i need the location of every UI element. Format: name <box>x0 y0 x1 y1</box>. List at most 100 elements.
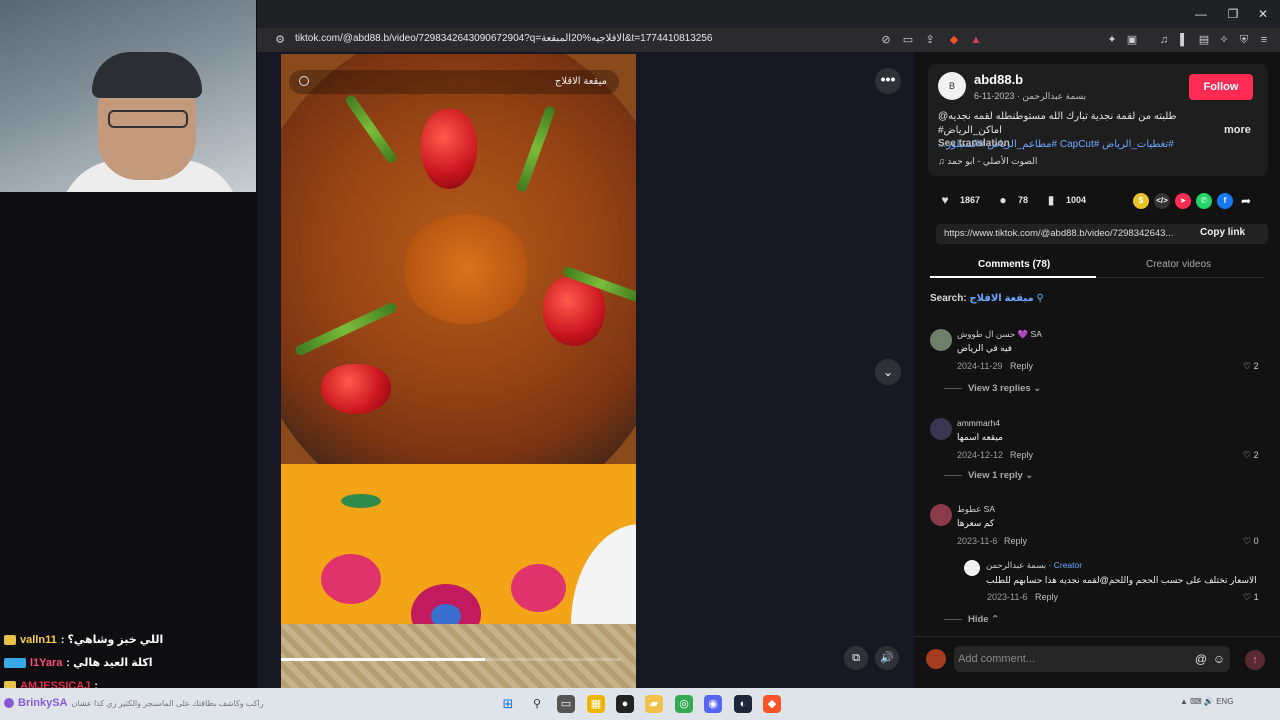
description-line: طلبته من لقمة نجدية تبارك الله مستوطنطله… <box>938 111 1177 136</box>
music-link[interactable]: ♫ الصوت الأصلي - ابو حمد <box>938 156 1037 167</box>
minimize-icon[interactable]: — <box>1193 6 1209 22</box>
video-search-overlay[interactable]: ميقعة الاقلاج <box>289 70 619 94</box>
comment-input-bar: @ ☺ ↑ <box>914 636 1280 688</box>
chat-line: valln11 : اللي خبز وشاهي؟ <box>0 628 257 651</box>
view-replies-button[interactable]: View 3 replies ⌄ <box>944 383 1041 394</box>
creator-avatar[interactable] <box>964 560 980 576</box>
see-translation-link[interactable]: See translation <box>938 138 1010 149</box>
view-replies-button[interactable]: View 1 reply ⌄ <box>944 470 1033 481</box>
comment-input-box[interactable]: @ ☺ <box>954 646 1230 672</box>
reply-button[interactable]: Reply <box>1004 536 1027 546</box>
comment-like[interactable]: ♡ 1 <box>1243 592 1259 603</box>
brave-rewards-icon[interactable]: ▲ <box>969 33 983 47</box>
volume-button[interactable]: 🔊 <box>875 646 899 670</box>
close-icon[interactable]: ✕ <box>1255 6 1271 22</box>
comment-like[interactable]: ♡ 2 <box>1243 450 1259 461</box>
store-icon[interactable]: ▦ <box>587 695 605 713</box>
stream-overlay: valln11 : اللي خبز وشاهي؟ l1Yara : اكلة … <box>0 0 257 692</box>
vpn-icon[interactable]: ⛨ <box>1237 33 1251 47</box>
steam-icon[interactable]: ◐ <box>734 695 752 713</box>
search-icon[interactable]: ⚲ <box>528 695 546 713</box>
chrome-icon[interactable]: ◎ <box>675 695 693 713</box>
site-settings-icon[interactable]: ⚙ <box>273 33 287 47</box>
streamer-name: BrinkySA <box>18 697 68 709</box>
share-icon[interactable]: ⇪ <box>923 33 937 47</box>
post-info-card: B abd88.b بسمة عبدالرحمن · 2023-11-6 Fol… <box>928 64 1268 176</box>
comment-icon: ● <box>999 193 1007 207</box>
comment-like-count: 0 <box>1253 536 1259 546</box>
address-bar[interactable]: ⚙ tiktok.com/@abd88.b/video/729834264309… <box>257 28 1280 52</box>
commenter-name[interactable]: عطوط SA <box>957 504 995 515</box>
next-video-button[interactable]: ⌄ <box>875 359 901 385</box>
view-replies-label: View 3 replies <box>968 383 1031 394</box>
comment-like[interactable]: ♡ 0 <box>1243 536 1259 547</box>
comment-search-suggestion[interactable]: Search: ميقعة الاقلاج ⚲ <box>930 293 1044 304</box>
send-to-friends-icon[interactable]: ➤ <box>1175 193 1191 209</box>
comment-like-count: 2 <box>1253 450 1259 460</box>
screenshot-icon[interactable]: ▣ <box>1125 33 1139 47</box>
discord-icon[interactable]: ◉ <box>704 695 722 713</box>
engagement-bar: ♥ 1867 ● 78 ▮ 1004 $ </> ➤ ✆ f ➦ <box>938 193 1268 211</box>
emoji-icon[interactable]: ☺ <box>1212 652 1226 666</box>
leo-ai-icon[interactable]: ✧ <box>1217 33 1231 47</box>
windows-start-icon[interactable]: ⊞ <box>499 695 517 713</box>
brave-shield-icon[interactable]: ◆ <box>947 33 961 47</box>
commenter-avatar[interactable] <box>930 418 952 440</box>
save-stat[interactable]: ▮ 1004 <box>1044 193 1086 207</box>
comment-stat[interactable]: ● 78 <box>996 193 1028 207</box>
tab-creator-videos[interactable]: Creator videos <box>1146 259 1211 270</box>
media-icon[interactable]: ♫ <box>1157 33 1171 47</box>
author-avatar[interactable]: B <box>938 72 966 100</box>
video-player[interactable]: ميقعة الاقلاج <box>281 54 636 688</box>
video-progress-bar[interactable] <box>281 658 621 661</box>
view-replies-label: View 1 reply <box>968 470 1023 481</box>
post-date: 2023-11-6 <box>974 91 1015 101</box>
sidebar-icon[interactable]: ▌ <box>1177 33 1191 47</box>
creator-name[interactable]: بسمة عبدالرحمن <box>986 560 1046 570</box>
pip-button[interactable]: ⧉ <box>844 646 868 670</box>
search-keyword[interactable]: ميقعة الاقلاج <box>969 293 1033 304</box>
share-arrow-icon[interactable]: ➦ <box>1238 193 1254 209</box>
sub-badge-icon <box>4 634 16 645</box>
like-stat[interactable]: ♥ 1867 <box>938 193 980 207</box>
comment-like[interactable]: ♡ 2 <box>1243 361 1259 372</box>
chat-line: l1Yara : اكلة العيد هالي <box>0 651 257 674</box>
current-user-avatar <box>926 649 946 669</box>
task-view-icon[interactable]: ▭ <box>557 695 575 713</box>
hide-replies-button[interactable]: Hide ⌃ <box>944 614 999 625</box>
commenter-name[interactable]: حسن ال طووش 💜 SA <box>957 329 1042 340</box>
extensions-icon[interactable]: ✦ <box>1105 33 1119 47</box>
commenter-name[interactable]: ammmarh4 <box>957 418 1000 428</box>
more-options-button[interactable]: ••• <box>875 68 901 94</box>
commenter-avatar[interactable] <box>930 329 952 351</box>
copy-link-button[interactable]: Copy link <box>1200 227 1245 238</box>
tab-comments[interactable]: Comments (78) <box>978 259 1050 270</box>
share-link-url[interactable]: https://www.tiktok.com/@abd88.b/video/72… <box>944 228 1173 239</box>
embed-icon[interactable]: </> <box>1154 193 1170 209</box>
no-tracking-icon[interactable]: ⊘ <box>879 33 893 47</box>
author-username[interactable]: abd88.b <box>974 72 1023 87</box>
stream-chat: valln11 : اللي خبز وشاهي؟ l1Yara : اكلة … <box>0 628 257 697</box>
commenter-avatar[interactable] <box>930 504 952 526</box>
author-subline: بسمة عبدالرحمن · 2023-11-6 <box>974 91 1087 101</box>
mention-icon[interactable]: @ <box>1194 652 1208 666</box>
reply-button[interactable]: Reply <box>1035 592 1058 602</box>
facebook-icon[interactable]: f <box>1217 193 1233 209</box>
wallet-icon[interactable]: ▤ <box>1197 33 1211 47</box>
restore-icon[interactable]: ❐ <box>1225 6 1241 22</box>
follow-button[interactable]: Follow <box>1189 74 1253 100</box>
brave-browser-icon[interactable]: ◆ <box>763 695 781 713</box>
menu-icon[interactable]: ≡ <box>1257 33 1271 47</box>
post-comment-button[interactable]: ↑ <box>1245 650 1265 670</box>
reply-button[interactable]: Reply <box>1010 450 1033 460</box>
reply-button[interactable]: Reply <box>1010 361 1033 371</box>
whatsapp-icon[interactable]: ✆ <box>1196 193 1212 209</box>
system-tray[interactable]: ▲ ⌨ 🔊 ENG <box>1180 697 1233 706</box>
coin-icon[interactable]: $ <box>1133 193 1149 209</box>
cast-icon[interactable]: ▭ <box>901 33 915 47</box>
app-icon[interactable]: ● <box>616 695 634 713</box>
url-text[interactable]: tiktok.com/@abd88.b/video/72983426430906… <box>295 33 712 44</box>
comment-input[interactable] <box>958 650 1188 668</box>
file-explorer-icon[interactable]: ▰ <box>645 695 663 713</box>
more-button[interactable]: more <box>1224 124 1251 136</box>
